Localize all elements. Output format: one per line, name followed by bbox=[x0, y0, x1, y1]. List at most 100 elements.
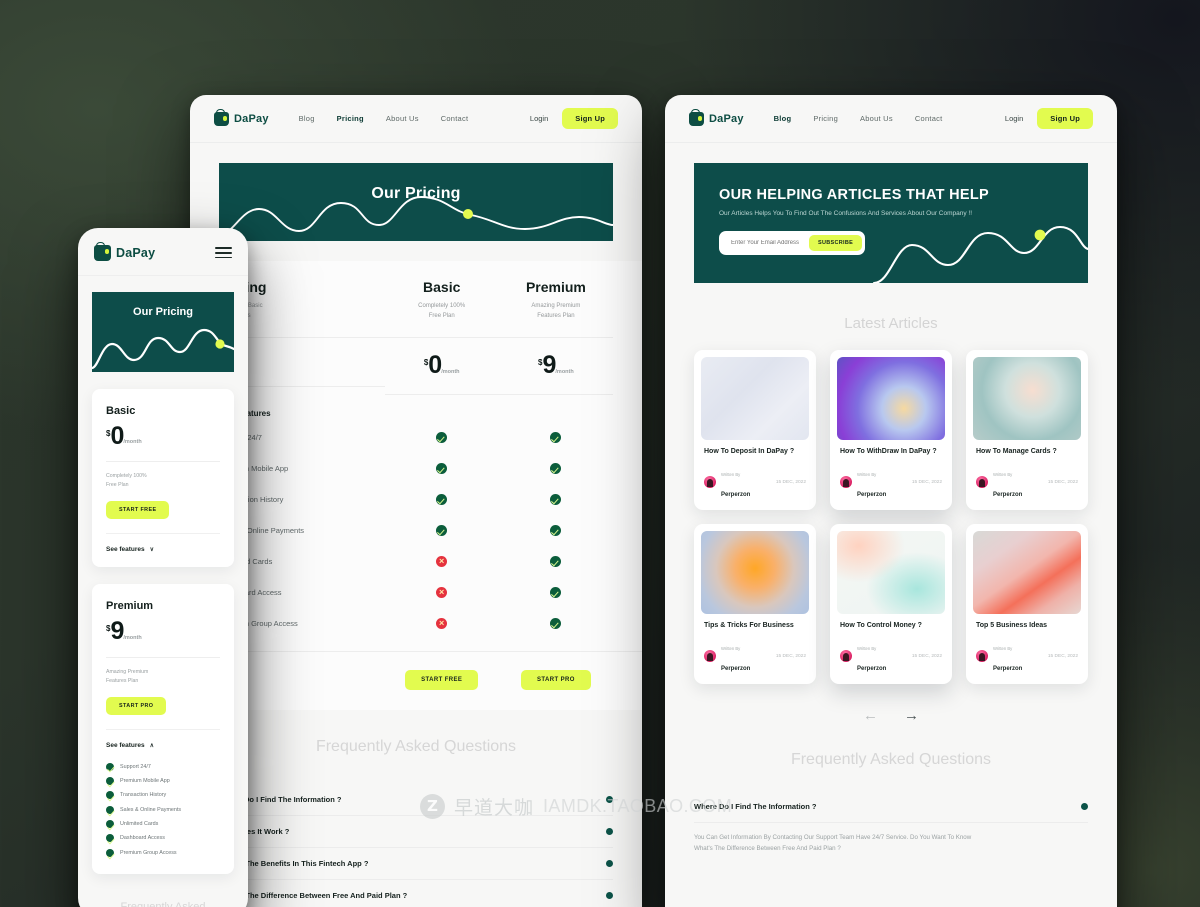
period-basic: /month bbox=[441, 369, 460, 376]
nav-item-pricing[interactable]: Pricing bbox=[337, 114, 364, 123]
thumb-orange-glow bbox=[701, 531, 809, 614]
nav-item-about-us[interactable]: About Us bbox=[386, 114, 419, 123]
signup-button[interactable]: Sign Up bbox=[562, 108, 618, 129]
check-icon bbox=[550, 524, 562, 536]
feature-premium-cell bbox=[499, 553, 613, 571]
nav-item-about-us[interactable]: About Us bbox=[860, 114, 893, 123]
author-name: Perperzon bbox=[857, 492, 887, 498]
thumb-silver-waves bbox=[701, 357, 809, 440]
article-card[interactable]: How To Deposit In DaPay ? Written By Per… bbox=[694, 350, 816, 510]
article-card[interactable]: How To WithDraw In DaPay ? Written By Pe… bbox=[830, 350, 952, 510]
article-card[interactable]: Top 5 Business Ideas Written By Perperzo… bbox=[966, 524, 1088, 684]
check-icon bbox=[106, 834, 114, 843]
login-link[interactable]: Login bbox=[530, 114, 548, 123]
avatar bbox=[976, 476, 988, 488]
hamburger-icon[interactable] bbox=[215, 244, 232, 262]
faq-item-4[interactable]: What's The Difference Between Free And P… bbox=[219, 880, 613, 907]
period: /month bbox=[123, 439, 142, 446]
article-card[interactable]: How To Control Money ? Written By Perper… bbox=[830, 524, 952, 684]
start-pro-button[interactable]: START PRO bbox=[106, 697, 167, 716]
faq-item-3[interactable]: What's The Benefits In This Fintech App … bbox=[219, 848, 613, 880]
check-icon bbox=[550, 462, 562, 474]
check-icon bbox=[550, 431, 562, 443]
faq-toggle-icon[interactable] bbox=[1081, 802, 1088, 810]
mobile-hero-band: Our Pricing bbox=[92, 291, 234, 372]
brand-name: DaPay bbox=[116, 245, 156, 260]
faq-title: Frequently Asked Questions bbox=[790, 751, 992, 768]
plan-desc: Amazing Premium Features Plan bbox=[106, 669, 149, 685]
blog-hero-content: OUR HELPING ARTICLES THAT HELP Our Artic… bbox=[694, 163, 1088, 255]
feature-premium-cell bbox=[499, 522, 613, 540]
start-free-button[interactable]: START FREE bbox=[106, 501, 170, 520]
login-link[interactable]: Login bbox=[1005, 114, 1023, 123]
start-pro-button[interactable]: START PRO bbox=[520, 670, 591, 691]
feature-label: Support 24/7 bbox=[120, 763, 151, 770]
plan-title-basic: Basic bbox=[423, 279, 461, 295]
divider bbox=[106, 461, 220, 463]
article-card[interactable]: Tips & Tricks For Business Written By Pe… bbox=[694, 524, 816, 684]
faq-answer: You Can Get Information By Contacting Ou… bbox=[694, 833, 972, 853]
faq-toggle-icon[interactable] bbox=[606, 891, 613, 899]
signup-button[interactable]: Sign Up bbox=[1037, 108, 1093, 129]
brand-logo[interactable]: DaPay bbox=[94, 241, 156, 261]
nav-item-blog[interactable]: Blog bbox=[774, 114, 792, 123]
articles-pager: ← → bbox=[665, 684, 1117, 723]
feature-label: Dashboard Access bbox=[120, 835, 165, 842]
blog-faq-section: Frequently Asked Questions Where Do I Fi… bbox=[665, 723, 1117, 855]
brand-logo[interactable]: DaPay bbox=[689, 108, 744, 126]
amount-basic: 0 bbox=[428, 351, 442, 380]
nav-item-contact[interactable]: Contact bbox=[441, 114, 469, 123]
list-item: Premium Mobile App bbox=[106, 774, 220, 788]
plan-name: Premium bbox=[106, 600, 154, 613]
pricing-hero-title: Our Pricing bbox=[371, 185, 461, 202]
start-free-button[interactable]: START FREE bbox=[405, 670, 479, 691]
mobile-faq-title: Frequently Asked bbox=[78, 874, 248, 907]
nav-item-blog[interactable]: Blog bbox=[299, 114, 315, 123]
article-date: 15 DEC, 2022 bbox=[911, 653, 942, 659]
feature-basic-cell bbox=[385, 584, 499, 602]
table-row: Premium Group Access bbox=[190, 608, 642, 639]
thumb-coral-swoosh bbox=[973, 531, 1081, 614]
author-name: Perperzon bbox=[721, 666, 751, 672]
written-by-label: Written By bbox=[993, 646, 1013, 651]
faq-toggle-icon[interactable] bbox=[606, 827, 613, 835]
thumb-teal-stones bbox=[973, 357, 1081, 440]
faq-toggle-icon[interactable] bbox=[606, 795, 613, 803]
article-card[interactable]: How To Manage Cards ? Written By Perperz… bbox=[966, 350, 1088, 510]
brand-logo[interactable]: DaPay bbox=[214, 108, 269, 126]
feature-label: Premium Group Access bbox=[120, 849, 177, 856]
feature-basic-cell bbox=[385, 522, 499, 540]
device-tablet-pricing: DaPay Blog Pricing About Us Contact Logi… bbox=[190, 95, 642, 907]
check-icon bbox=[436, 431, 448, 443]
faq-item-2[interactable]: How Does It Work ? bbox=[219, 816, 613, 848]
faq-item-1[interactable]: Where Do I Find The Information ? bbox=[219, 784, 613, 816]
chevron-up-icon: ∧ bbox=[149, 743, 155, 750]
check-icon bbox=[106, 805, 114, 814]
pager-prev-arrow-icon[interactable]: ← bbox=[863, 708, 878, 723]
plan-sub-basic: Completely 100% Free Plan bbox=[418, 303, 466, 320]
written-by-label: Written By bbox=[857, 646, 877, 651]
email-input[interactable] bbox=[731, 239, 809, 246]
article-meta: Written By Perperzon 15 DEC, 2022 bbox=[837, 455, 945, 502]
blog-hero-title: OUR HELPING ARTICLES THAT HELP bbox=[719, 187, 989, 203]
nav-item-pricing[interactable]: Pricing bbox=[813, 114, 838, 123]
author-block: Written By Perperzon bbox=[857, 462, 886, 502]
list-item: Transaction History bbox=[106, 788, 220, 802]
mobile-top-nav: DaPay bbox=[78, 228, 248, 276]
plan-price: $ 0 /month bbox=[106, 423, 142, 449]
article-grid-row-1: How To Deposit In DaPay ? Written By Per… bbox=[665, 350, 1117, 510]
check-icon bbox=[436, 493, 448, 505]
subscribe-button[interactable]: SUBSCRIBE bbox=[809, 234, 863, 251]
article-meta: Written By Perperzon 15 DEC, 2022 bbox=[701, 455, 809, 502]
see-features-toggle-premium[interactable]: See features ∧ bbox=[106, 729, 220, 749]
faq-toggle-icon[interactable] bbox=[606, 859, 613, 867]
pager-next-arrow-icon[interactable]: → bbox=[904, 708, 919, 723]
faq-item-open[interactable]: Where Do I Find The Information ? bbox=[694, 791, 1088, 823]
see-features-toggle-basic[interactable]: See features ∨ bbox=[106, 533, 220, 553]
top-nav-blog: DaPay Blog Pricing About Us Contact Logi… bbox=[665, 95, 1117, 143]
divider bbox=[106, 657, 220, 659]
article-meta: Written By Perperzon 15 DEC, 2022 bbox=[973, 455, 1081, 502]
wallet-icon bbox=[689, 108, 704, 126]
nav-item-contact[interactable]: Contact bbox=[915, 114, 943, 123]
feature-premium-cell bbox=[499, 615, 613, 633]
